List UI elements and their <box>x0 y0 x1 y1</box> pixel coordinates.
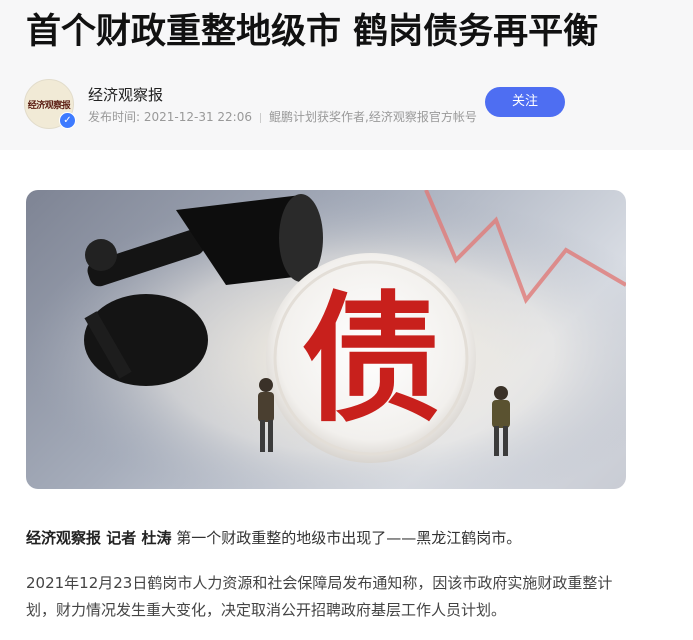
avatar-logo-text: 经济观察报 <box>27 100 71 111</box>
article-image: 债 <box>26 190 626 489</box>
article-meta: 发布时间: 2021-12-31 22:06 鲲鹏计划获奖作者,经济观察报官方帐号 <box>88 108 477 125</box>
author-description: 鲲鹏计划获奖作者,经济观察报官方帐号 <box>269 110 477 124</box>
verified-icon: ✓ <box>59 112 76 129</box>
article-paragraph-2: 2021年12月23日鹤岗市人力资源和社会保障局发布通知称，因该市政府实施财政重… <box>26 574 613 619</box>
author-name[interactable]: 经济观察报 <box>88 84 163 105</box>
article-paragraph-1: 经济观察报 记者 杜涛 第一个财政重整的地级市出现了——黑龙江鹤岗市。 <box>26 526 521 550</box>
publish-time: 发布时间: 2021-12-31 22:06 <box>88 110 252 124</box>
meta-divider <box>260 112 261 123</box>
follow-button[interactable]: 关注 <box>485 87 565 117</box>
debt-character: 债 <box>301 279 441 442</box>
debt-illustration: 债 <box>26 190 626 489</box>
article-header: 首个财政重整地级市 鹤岗债务再平衡 经济观察报 ✓ 经济观察报 发布时间: 20… <box>0 0 693 150</box>
byline: 经济观察报 记者 杜涛 <box>26 529 172 547</box>
debt-stamp: 债 <box>266 253 476 463</box>
article-title: 首个财政重整地级市 鹤岗债务再平衡 <box>26 12 599 52</box>
paragraph-1-text: 第一个财政重整的地级市出现了——黑龙江鹤岗市。 <box>171 529 522 547</box>
